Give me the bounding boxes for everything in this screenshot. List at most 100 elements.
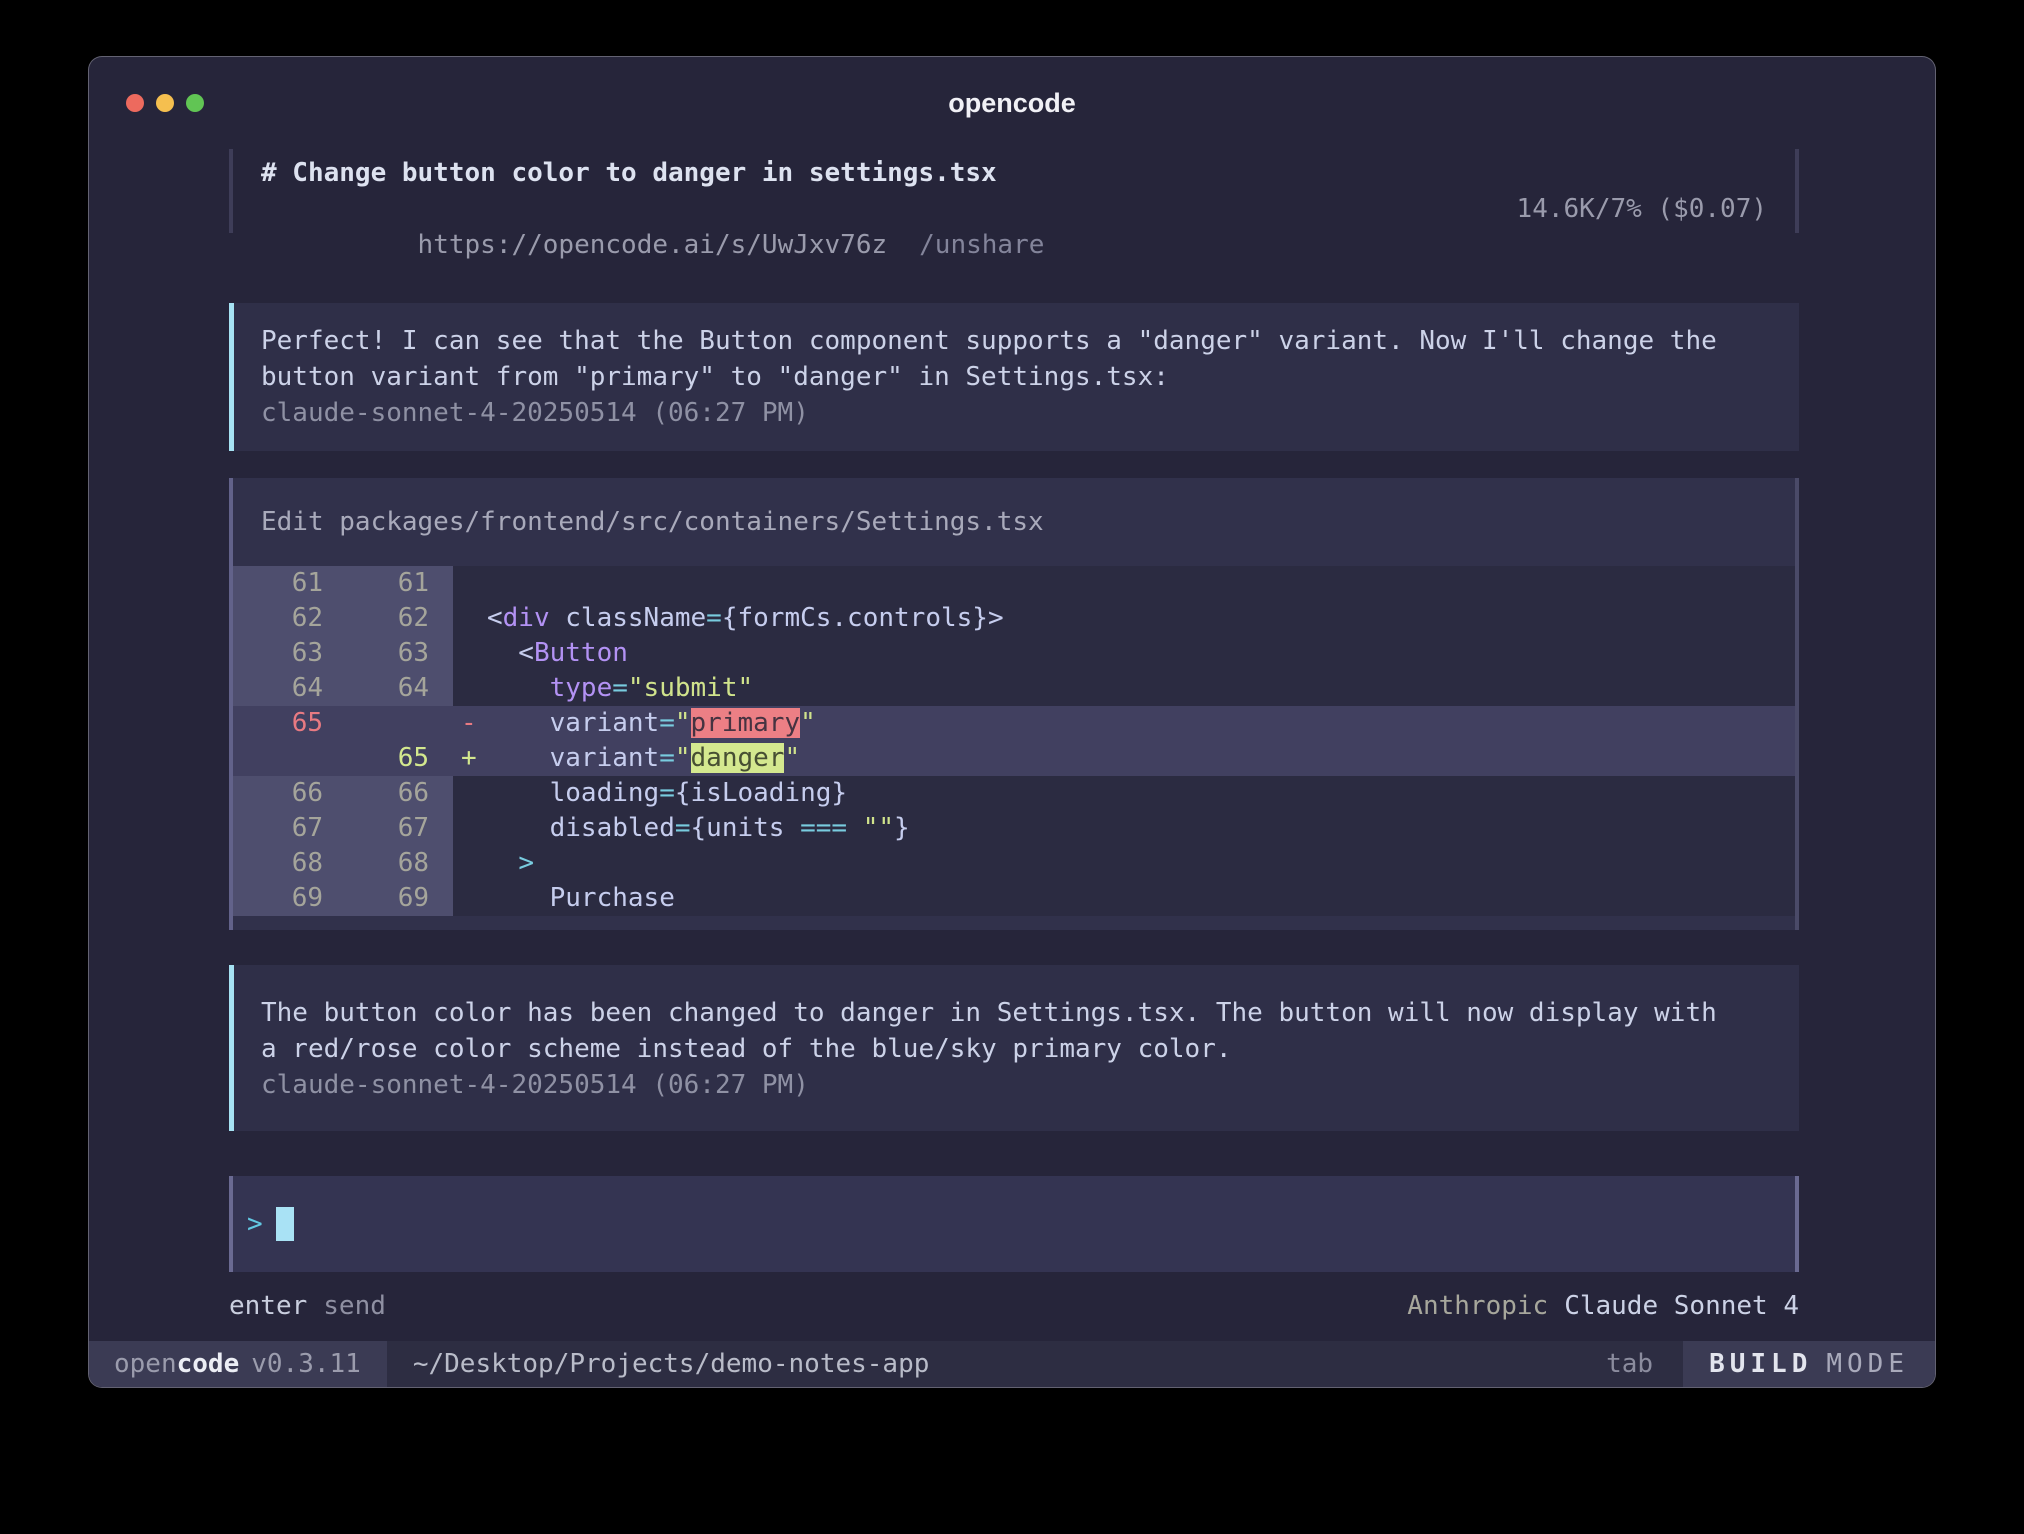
minimize-button[interactable] — [156, 94, 174, 112]
window-title: opencode — [948, 88, 1076, 119]
edit-tool-block: Edit packages/frontend/src/containers/Se… — [229, 478, 1799, 930]
code-token: === — [800, 813, 847, 843]
session-header-left: # Change button color to danger in setti… — [261, 155, 1044, 227]
titlebar: opencode — [89, 57, 1935, 149]
status-bar: opencodev0.3.11 ~/Desktop/Projects/demo-… — [89, 1341, 1935, 1387]
new-line-number: 61 — [323, 566, 453, 601]
code-token: {isLoading} — [675, 778, 847, 808]
diff-sign — [453, 636, 487, 671]
send-hint: enter send — [229, 1288, 386, 1324]
code-token: " — [675, 708, 691, 738]
diff-view: 61616262 <div className={formCs.controls}… — [233, 566, 1795, 916]
diff-code-line: <div className={formCs.controls}> — [487, 601, 1795, 636]
assistant-message: Perfect! I can see that the Button compo… — [229, 303, 1799, 451]
old-line-number: 62 — [233, 601, 323, 636]
diff-sign — [453, 671, 487, 706]
code-token: Purchase — [550, 883, 675, 913]
mode-name: BUILD — [1709, 1349, 1812, 1379]
diff-sign: + — [453, 741, 487, 776]
diff-code-line: > — [487, 846, 1795, 881]
maximize-button[interactable] — [186, 94, 204, 112]
old-line-number: 65 — [233, 706, 323, 741]
message-line: a red/rose color scheme instead of the b… — [261, 1031, 1775, 1067]
hint-row: enter send AnthropicClaude Sonnet 4 — [229, 1288, 1799, 1324]
code-token — [487, 673, 550, 703]
code-token: = — [675, 813, 691, 843]
diff-row-context: 6969 Purchase — [233, 881, 1795, 916]
diff-code-line: Purchase — [487, 881, 1795, 916]
diff-code-line: <Button — [487, 636, 1795, 671]
assistant-message: The button color has been changed to dan… — [229, 965, 1799, 1131]
app-version: v0.3.11 — [251, 1349, 361, 1379]
share-row: https://opencode.ai/s/UwJxv76z/unshare — [261, 191, 1044, 299]
code-token: " — [675, 743, 691, 773]
code-token — [847, 813, 863, 843]
old-line-number: 63 — [233, 636, 323, 671]
diff-row-context: 6161 — [233, 566, 1795, 601]
unshare-command[interactable]: /unshare — [919, 230, 1044, 260]
code-token: danger — [691, 743, 785, 773]
traffic-lights — [126, 57, 204, 149]
prompt-input[interactable]: > — [229, 1176, 1799, 1272]
message-meta: claude-sonnet-4-20250514 (06:27 PM) — [261, 1067, 1775, 1103]
diff-row-context: 6262 <div className={formCs.controls}> — [233, 601, 1795, 636]
old-line-number: 67 — [233, 811, 323, 846]
code-token: {units — [691, 813, 801, 843]
text-cursor — [276, 1207, 294, 1241]
old-line-number: 68 — [233, 846, 323, 881]
code-token: = — [659, 708, 675, 738]
session-title: # Change button color to danger in setti… — [261, 155, 1044, 191]
code-token: "submit" — [628, 673, 753, 703]
model-info: AnthropicClaude Sonnet 4 — [1407, 1288, 1799, 1324]
code-token: = — [659, 778, 675, 808]
prompt-symbol: > — [247, 1209, 263, 1239]
tab-key-hint[interactable]: tab — [1606, 1349, 1653, 1379]
diff-sign — [453, 601, 487, 636]
opencode-window: opencode # Change button color to danger… — [88, 56, 1936, 1388]
code-token — [487, 708, 550, 738]
message-line: Perfect! I can see that the Button compo… — [261, 323, 1775, 359]
session-header: # Change button color to danger in setti… — [229, 149, 1799, 233]
code-token: variant — [550, 743, 660, 773]
code-token: = — [706, 603, 722, 633]
code-token: Button — [534, 638, 628, 668]
main-content: # Change button color to danger in setti… — [89, 149, 1935, 1341]
diff-row-context: 6363 <Button — [233, 636, 1795, 671]
code-token — [487, 813, 550, 843]
new-line-number: 66 — [323, 776, 453, 811]
code-token: = — [659, 743, 675, 773]
new-line-number: 62 — [323, 601, 453, 636]
provider-name: Anthropic — [1407, 1291, 1548, 1321]
diff-sign: - — [453, 706, 487, 741]
app-name-open: open — [114, 1349, 177, 1379]
code-token: > — [988, 603, 1004, 633]
diff-code-line: loading={isLoading} — [487, 776, 1795, 811]
diff-code-line: variant="danger" — [487, 741, 1795, 776]
code-token: "" — [863, 813, 894, 843]
new-line-number — [323, 706, 453, 741]
code-token — [487, 883, 550, 913]
token-usage: 14.6K/7% ($0.07) — [1517, 191, 1767, 227]
code-token: " — [800, 708, 816, 738]
old-line-number: 61 — [233, 566, 323, 601]
app-name-code: code — [177, 1349, 240, 1379]
new-line-number: 65 — [323, 741, 453, 776]
code-token: < — [487, 603, 503, 633]
enter-key-hint: enter — [229, 1291, 307, 1321]
diff-code-line: type="submit" — [487, 671, 1795, 706]
close-button[interactable] — [126, 94, 144, 112]
code-token: " — [784, 743, 800, 773]
share-url[interactable]: https://opencode.ai/s/UwJxv76z — [418, 230, 888, 260]
code-token: div — [503, 603, 550, 633]
code-token — [487, 848, 518, 878]
diff-sign — [453, 811, 487, 846]
code-token: className — [550, 603, 707, 633]
code-token: type — [550, 673, 613, 703]
diff-code-line — [487, 566, 1795, 601]
send-label: send — [323, 1291, 386, 1321]
code-token: < — [487, 638, 534, 668]
diff-row-add: 65+ variant="danger" — [233, 741, 1795, 776]
mode-segment[interactable]: BUILDMODE — [1683, 1341, 1935, 1387]
diff-row-context: 6666 loading={isLoading} — [233, 776, 1795, 811]
diff-sign — [453, 566, 487, 601]
